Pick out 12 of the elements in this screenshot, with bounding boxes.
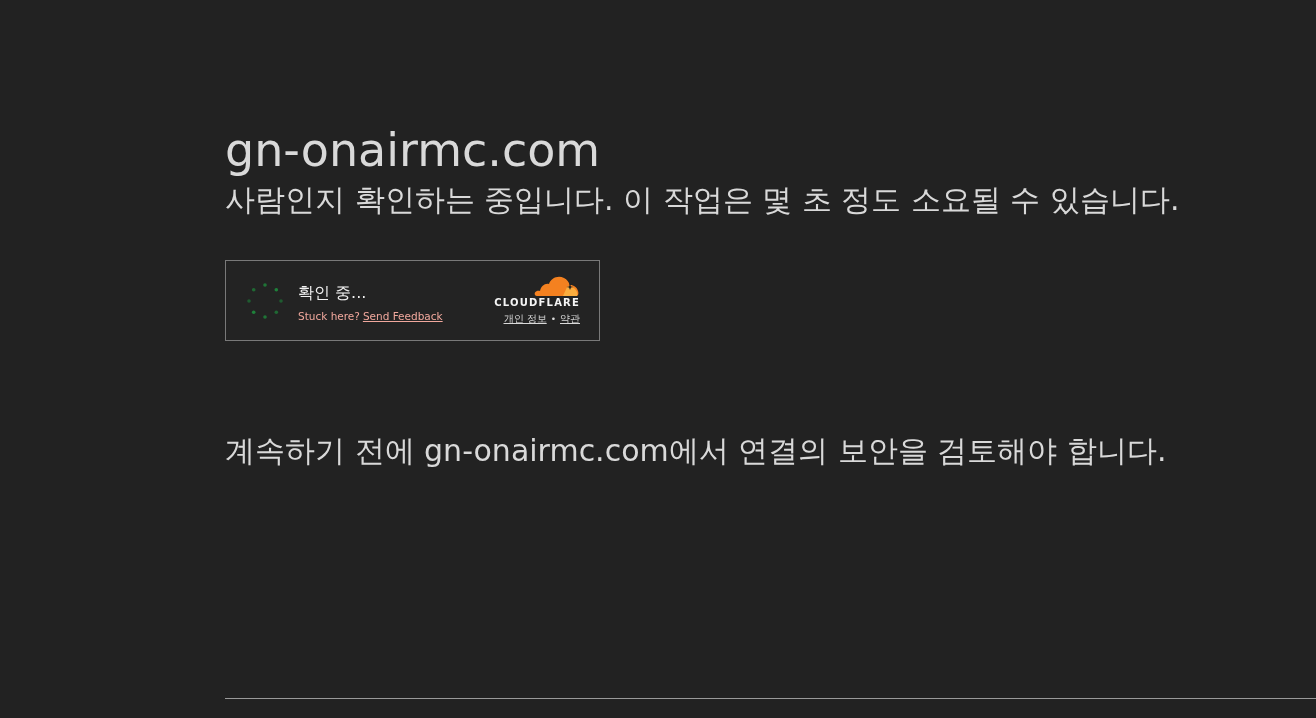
privacy-link[interactable]: 개인 정보 — [503, 312, 547, 326]
site-domain-title: gn-onairmc.com — [225, 122, 601, 178]
verifying-status: 확인 중... — [298, 283, 367, 304]
verification-subtitle: 사람인지 확인하는 중입니다. 이 작업은 몇 초 정도 소요될 수 있습니다. — [225, 181, 1180, 219]
cloud-logo-icon — [533, 275, 579, 297]
terms-link[interactable]: 약관 — [560, 312, 580, 326]
send-feedback-link[interactable]: Send Feedback — [362, 310, 443, 322]
brand-wordmark: CLOUDFLARE — [494, 297, 580, 309]
separator-dot: • — [550, 314, 556, 324]
security-notice: 계속하기 전에 gn-onairmc.com에서 연결의 보안을 검토해야 합니다. — [225, 432, 1167, 470]
loading-spinner-icon — [246, 281, 284, 320]
stuck-text: Stuck here? — [298, 310, 360, 322]
